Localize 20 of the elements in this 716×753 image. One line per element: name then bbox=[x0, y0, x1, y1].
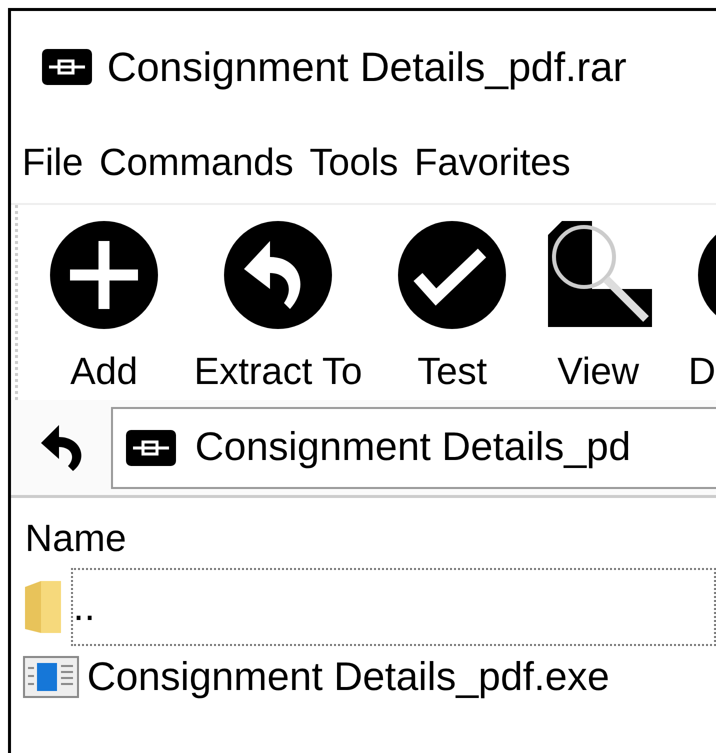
file-name[interactable]: Consignment Details_pdf.exe bbox=[85, 646, 716, 708]
toolbar-button[interactable]: D bbox=[674, 219, 716, 394]
toolbar-button[interactable]: Test bbox=[382, 219, 522, 394]
file-name[interactable]: .. bbox=[71, 568, 716, 646]
check-icon bbox=[396, 219, 508, 331]
toolbar-button[interactable]: View bbox=[528, 219, 668, 394]
address-text: Consignment Details_pd bbox=[195, 425, 631, 470]
toolbar-button[interactable]: Extract To bbox=[180, 219, 376, 394]
menu-item[interactable]: Tools bbox=[310, 142, 398, 184]
window-title: Consignment Details_pdf.rar bbox=[107, 44, 627, 90]
menu-item[interactable]: File bbox=[22, 142, 84, 184]
address-field[interactable]: Consignment Details_pd bbox=[111, 406, 716, 488]
archive-icon bbox=[41, 48, 93, 86]
archive-icon bbox=[125, 428, 177, 466]
column-header[interactable]: Name bbox=[25, 516, 126, 562]
menu-item[interactable]: Favorites bbox=[414, 142, 571, 184]
menu-item[interactable]: Commands bbox=[99, 142, 294, 184]
window-icon bbox=[23, 656, 79, 698]
toolbar-button[interactable]: Add bbox=[34, 219, 174, 394]
add-icon bbox=[48, 219, 160, 331]
